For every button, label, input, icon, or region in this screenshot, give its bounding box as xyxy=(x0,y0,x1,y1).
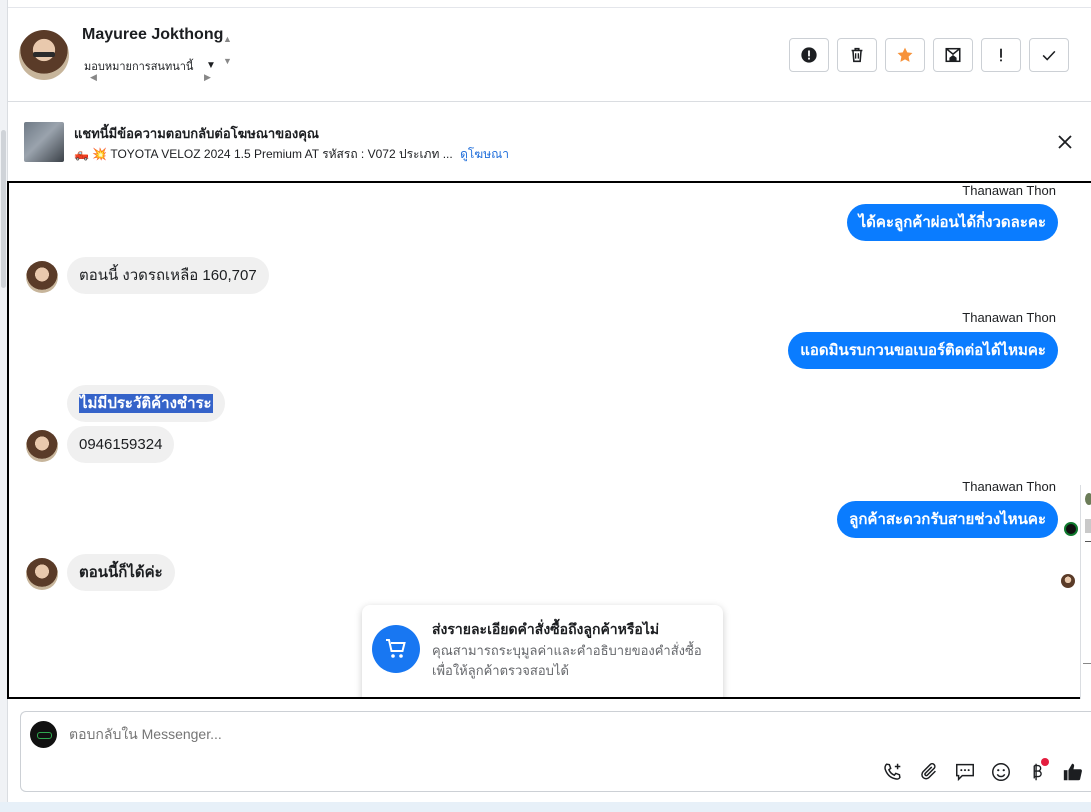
header-actions xyxy=(789,38,1069,72)
smiley-icon xyxy=(992,763,1010,781)
reply-input[interactable] xyxy=(69,726,769,742)
send-order-button[interactable] xyxy=(542,697,704,699)
report-button[interactable] xyxy=(789,38,829,72)
conversation-window: Mayuree Jokthong ▲ ▼ มอบหมายการสนทนานี้ ▼… xyxy=(0,0,1091,812)
message-bubble-incoming[interactable]: ไม่มีประวัติค้างชำระ xyxy=(67,385,225,422)
like-button[interactable] xyxy=(1059,758,1087,786)
message-bubble-outgoing[interactable]: ลูกค้าสะดวกรับสายช่วงไหนคะ xyxy=(837,501,1058,538)
peek-divider xyxy=(1085,541,1091,542)
selected-text[interactable]: ไม่มีประวัติค้างชำระ xyxy=(79,394,213,413)
scroll-right-icon[interactable]: ▶ xyxy=(204,72,211,83)
message-bubble-outgoing[interactable]: ได้คะลูกค้าผ่อนได้กี่งวดละคะ xyxy=(846,204,1058,241)
bottom-strip xyxy=(0,802,1091,812)
chat-bubble-icon xyxy=(956,763,974,782)
saved-replies-button[interactable] xyxy=(951,758,979,786)
call-button[interactable] xyxy=(879,758,907,786)
sender-name: Thanawan Thon xyxy=(962,310,1056,325)
page-avatar xyxy=(30,721,57,748)
payment-button[interactable] xyxy=(1023,758,1051,786)
composer-toolbar xyxy=(879,758,1087,786)
cart-icon xyxy=(372,625,420,673)
delete-button[interactable] xyxy=(837,38,877,72)
check-icon xyxy=(1042,50,1056,61)
thumbs-up-icon xyxy=(1063,763,1082,781)
assign-conversation-dropdown[interactable]: มอบหมายการสนทนานี้ ▼ ◀ ▶ xyxy=(82,54,236,84)
peek-divider xyxy=(1083,663,1091,664)
assign-label: มอบหมายการสนทนานี้ xyxy=(84,61,194,73)
notification-dot xyxy=(1041,758,1049,766)
chevron-down-icon: ▼ xyxy=(206,60,216,71)
sender-name: Thanawan Thon xyxy=(962,183,1056,198)
message-bubble-incoming[interactable]: ตอนนี้ก็ได้ค่ะ xyxy=(67,554,175,591)
ad-banner-subtitle: 🛻 💥 TOYOTA VELOZ 2024 1.5 Premium AT รหั… xyxy=(74,145,509,164)
contact-name[interactable]: Mayuree Jokthong xyxy=(82,26,223,44)
contact-avatar-small[interactable] xyxy=(26,558,58,590)
message-bubble-incoming[interactable]: 0946159324 xyxy=(67,426,175,463)
order-prompt-description: คุณสามารถระบุมูลค่าและคำอธิบายของคำสั่งซ… xyxy=(432,643,702,678)
alert-circle-icon xyxy=(801,47,817,63)
contact-avatar-small[interactable] xyxy=(26,430,58,462)
left-scroll-thumb[interactable] xyxy=(1,130,6,288)
ad-banner-title: แชทนี้มีข้อความตอบกลับต่อโฆษณาของคุณ xyxy=(74,126,319,141)
ad-description: 🛻 💥 TOYOTA VELOZ 2024 1.5 Premium AT รหั… xyxy=(74,147,453,161)
contact-read-receipt-avatar xyxy=(1061,574,1075,588)
exclamation-icon xyxy=(1000,48,1002,62)
ad-thumbnail[interactable] xyxy=(24,122,64,162)
phone-plus-icon xyxy=(884,763,901,780)
ad-reply-banner: แชทนี้มีข้อความตอบกลับต่อโฆษณาของคุณ 🛻 💥… xyxy=(8,103,1091,179)
follow-up-button[interactable] xyxy=(981,38,1021,72)
message-bubble-outgoing[interactable]: แอดมินรบกวนขอเบอร์ติดต่อได้ไหมคะ xyxy=(788,332,1058,369)
emoji-button[interactable] xyxy=(987,758,1015,786)
attach-button[interactable] xyxy=(915,758,943,786)
close-banner-button[interactable] xyxy=(1054,131,1076,153)
envelope-icon xyxy=(945,47,961,63)
peek-thumbnail xyxy=(1085,519,1091,533)
top-strip xyxy=(8,0,1091,8)
contact-avatar-small[interactable] xyxy=(26,261,58,293)
trash-icon xyxy=(851,47,863,63)
sender-name: Thanawan Thon xyxy=(962,479,1056,494)
message-composer xyxy=(20,711,1091,792)
order-prompt-title: ส่งรายละเอียดคำสั่งซื้อถึงลูกค้าหรือไม่ xyxy=(432,621,660,637)
conversation-header: Mayuree Jokthong ▲ ▼ มอบหมายการสนทนานี้ ▼… xyxy=(8,8,1091,102)
order-details-prompt: ส่งรายละเอียดคำสั่งซื้อถึงลูกค้าหรือไม่ … xyxy=(362,605,723,699)
message-thread[interactable]: Thanawan Thon ได้คะลูกค้าผ่อนได้กี่งวดละ… xyxy=(7,181,1091,699)
page-read-receipt-icon xyxy=(1064,522,1078,536)
message-bubble-incoming[interactable]: ตอนนี้ งวดรถเหลือ 160,707 xyxy=(67,257,269,294)
mark-unread-button[interactable] xyxy=(933,38,973,72)
paperclip-icon xyxy=(921,763,936,780)
view-ad-link[interactable]: ดูโฆษณา xyxy=(460,147,509,161)
star-icon xyxy=(897,47,913,62)
peek-avatar xyxy=(1085,493,1091,505)
star-button[interactable] xyxy=(885,38,925,72)
done-button[interactable] xyxy=(1029,38,1069,72)
contact-avatar[interactable] xyxy=(19,30,69,80)
right-panel-edge[interactable] xyxy=(1080,485,1091,699)
close-icon xyxy=(1058,135,1072,149)
scroll-left-icon[interactable]: ◀ xyxy=(90,72,97,83)
